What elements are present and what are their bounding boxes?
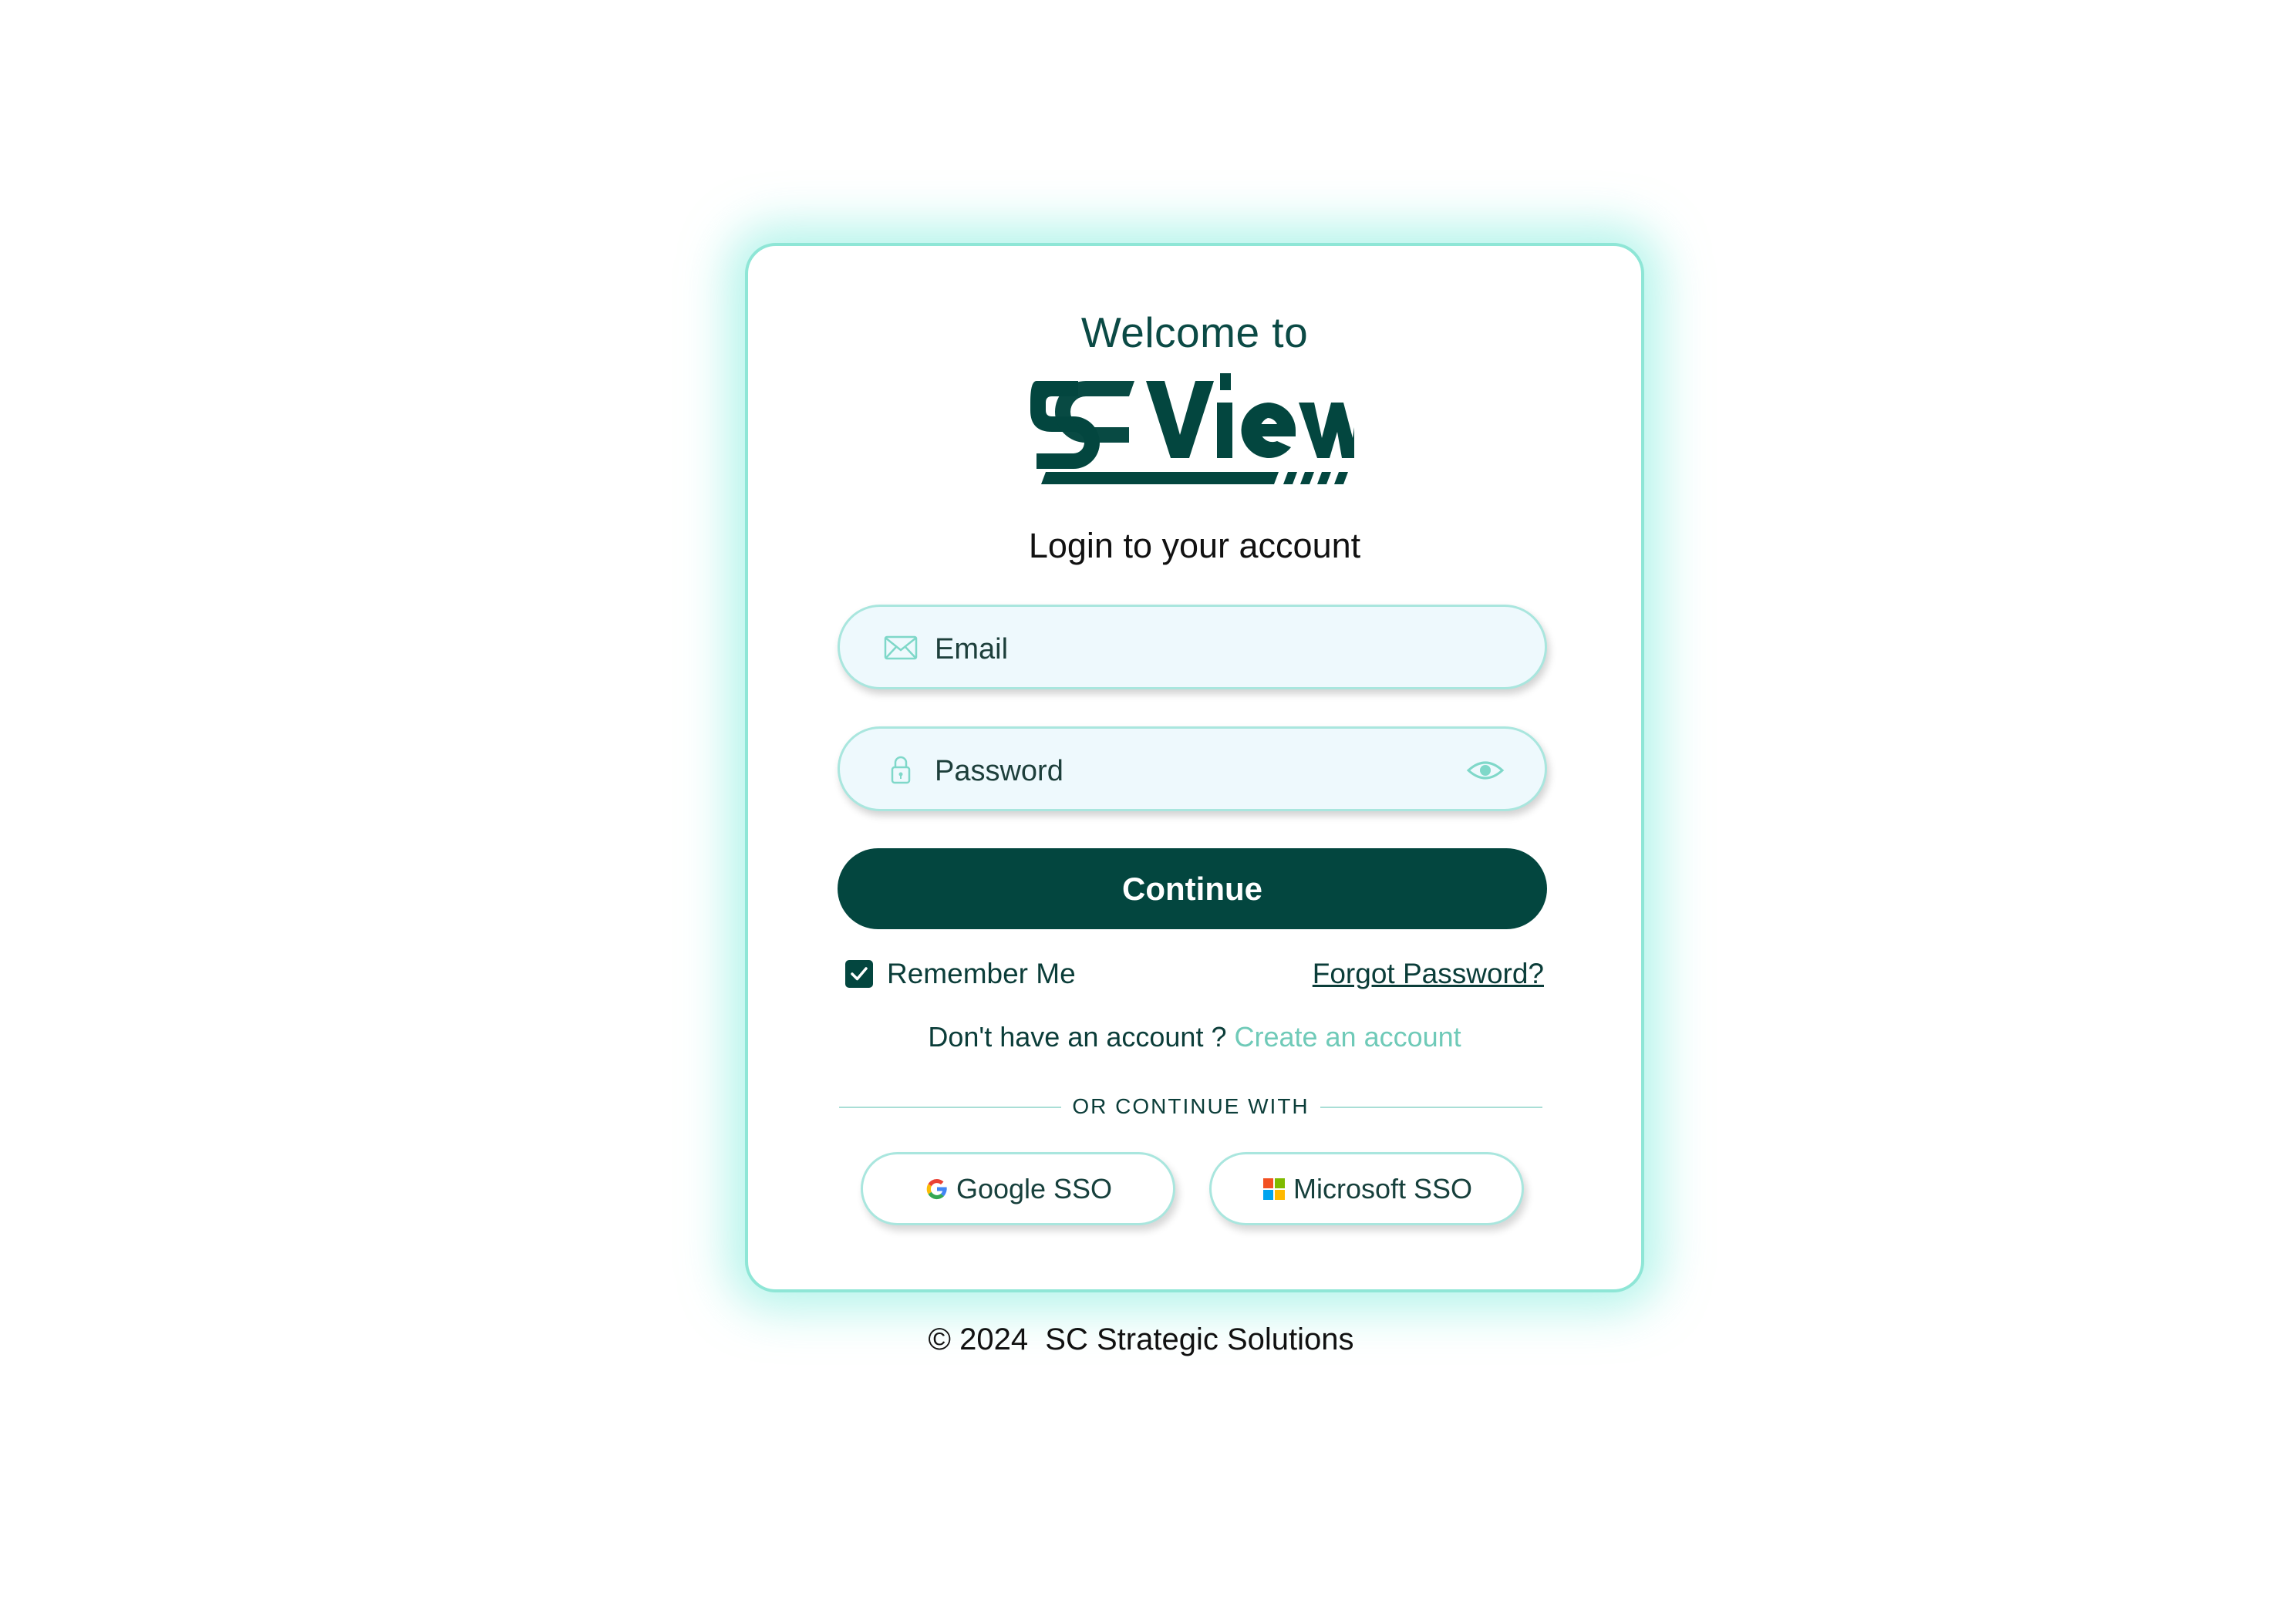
- forgot-password-link[interactable]: Forgot Password?: [1313, 955, 1544, 992]
- remember-me-label: Remember Me: [887, 958, 1076, 989]
- password-input[interactable]: [935, 729, 1459, 814]
- copyright-footer: © 2024 SC Strategic Solutions: [928, 1322, 1354, 1356]
- lock-icon: [891, 756, 911, 784]
- login-card: Welcome to Login to your account Email C…: [745, 243, 1644, 1292]
- remember-checkbox[interactable]: [845, 960, 873, 988]
- sso-divider: OR CONTINUE WITH: [839, 1091, 1542, 1122]
- microsoft-logo-icon: [1262, 1178, 1285, 1200]
- login-page: Welcome to Login to your account Email C…: [0, 0, 2282, 1624]
- create-account-link[interactable]: Create an account: [1234, 1021, 1461, 1053]
- email-field[interactable]: [838, 605, 1547, 692]
- signup-prompt: Don't have an account ?: [928, 1021, 1227, 1053]
- scview-logo: [1030, 373, 1354, 484]
- welcome-heading: Welcome to: [1080, 308, 1309, 356]
- google-sso-button[interactable]: Google SSO: [861, 1152, 1175, 1225]
- google-sso-label: Google SSO: [956, 1172, 1113, 1205]
- password-field[interactable]: [838, 726, 1547, 814]
- microsoft-sso-button[interactable]: Microsoft SSO: [1209, 1152, 1524, 1225]
- microsoft-sso-label: Microsoft SSO: [1293, 1172, 1473, 1205]
- remember-me[interactable]: Remember Me: [845, 955, 1076, 992]
- mail-icon: [884, 635, 918, 660]
- divider-line-right: [1320, 1107, 1542, 1108]
- email-input[interactable]: [935, 607, 1459, 692]
- continue-button[interactable]: Continue: [838, 848, 1547, 929]
- google-logo-icon: [926, 1178, 947, 1199]
- login-subtitle: Login to your account: [1028, 526, 1361, 565]
- signup-row: Don't have an account ? Create an accoun…: [748, 1021, 1641, 1053]
- eye-icon[interactable]: [1466, 758, 1505, 783]
- check-icon: [851, 967, 868, 981]
